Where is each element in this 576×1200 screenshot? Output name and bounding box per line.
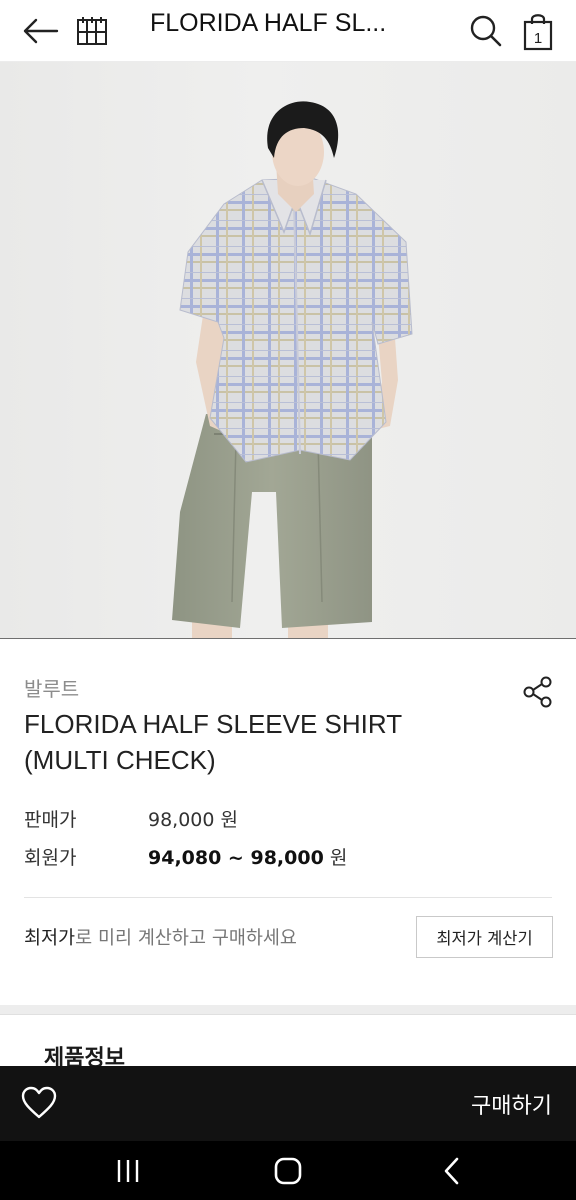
product-name-line2: (MULTI CHECK) [24,745,216,775]
cart-icon: 1 [523,14,553,51]
cart-count: 1 [534,30,542,47]
member-price-amount: 94,080 ~ 98,000 [148,847,324,869]
recent-apps-icon [117,1159,139,1182]
price-label: 판매가 [24,809,77,831]
search-button[interactable] [466,0,506,62]
product-name-line1: FLORIDA HALF SLEEVE SHIRT [24,709,403,739]
brand-home-button[interactable] [74,0,110,62]
lowest-price-strong: 최저가 [24,928,76,949]
divider [24,897,552,898]
heart-icon [21,1086,57,1119]
system-nav-bar [0,1141,576,1200]
home-button[interactable] [258,1141,318,1200]
product-photo [172,101,413,638]
recent-apps-button[interactable] [98,1141,158,1200]
brand-name[interactable]: 발루트 [24,673,79,702]
cart-button[interactable]: 1 [518,0,558,62]
back-arrow-icon [23,18,59,44]
buy-button[interactable]: 구매하기 [471,1066,552,1141]
share-icon [523,676,552,708]
price-currency: 원 [220,809,239,831]
search-icon [470,15,502,47]
top-header: FLORIDA HALF SL... 1 [0,0,576,62]
back-nav-button[interactable] [422,1141,482,1200]
product-image[interactable] [0,62,576,639]
price-value: 98,000 원 [148,805,238,832]
product-name: FLORIDA HALF SLEEVE SHIRT (MULTI CHECK) [24,706,504,778]
back-button[interactable] [18,0,62,62]
lowest-price-calculator-button[interactable]: 최저가 계산기 [416,916,553,958]
lowest-price-rest: 로 미리 계산하고 구매하세요 [75,928,297,949]
member-price-value: 94,080 ~ 98,000 원 [148,843,347,870]
chevron-left-icon [444,1157,459,1184]
page-title: FLORIDA HALF SL... [150,9,387,37]
home-icon [274,1157,302,1184]
lowest-price-notice: 최저가로 미리 계산하고 구매하세요 [24,924,297,950]
price-amount: 98,000 [148,809,215,831]
bottom-action-bar: 구매하기 [0,1066,576,1141]
member-price-label: 회원가 [24,847,77,869]
brand-logo-icon [77,17,107,45]
member-price-currency: 원 [329,847,348,869]
wishlist-button[interactable] [18,1083,60,1123]
share-button[interactable] [518,672,558,712]
section-separator [0,1005,576,1015]
